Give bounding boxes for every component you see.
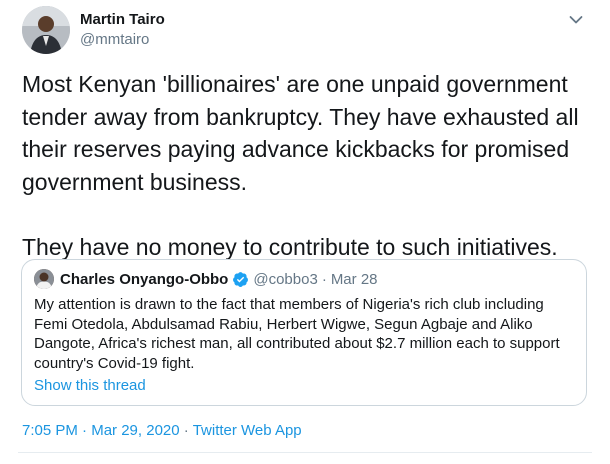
tweet-body-text: Most Kenyan 'billionaires' are one unpai…	[22, 71, 579, 260]
author-names: Martin Tairo @mmtairo	[80, 10, 165, 50]
meta-separator: ·	[82, 422, 88, 439]
author-display-name[interactable]: Martin Tairo	[80, 10, 165, 30]
show-thread-link[interactable]: Show this thread	[34, 377, 146, 394]
tweet-time-link[interactable]: 7:05 PM · Mar 29, 2020	[22, 422, 180, 439]
tweet-date: Mar 29, 2020	[91, 422, 180, 439]
author-handle[interactable]: @mmtairo	[80, 30, 165, 50]
tweet-time: 7:05 PM	[22, 422, 78, 439]
quoted-author-name: Charles Onyango-Obbo	[60, 270, 229, 288]
tweet-card: Martin Tairo @mmtairo Most Kenyan 'billi…	[0, 0, 610, 464]
quoted-tweet[interactable]: Charles Onyango-Obbo @cobbo3 · Mar 28 My…	[21, 259, 587, 406]
quoted-separator: ·	[321, 270, 327, 288]
author-avatar[interactable]	[22, 6, 70, 54]
quoted-author-avatar	[34, 269, 54, 289]
tweet-header: Martin Tairo @mmtairo	[18, 6, 592, 58]
verified-badge-icon	[232, 271, 249, 288]
meta-separator-2: ·	[183, 422, 189, 439]
quoted-date: Mar 28	[330, 270, 378, 288]
tweet-meta: 7:05 PM · Mar 29, 2020 · Twitter Web App	[22, 422, 302, 439]
quoted-tweet-header: Charles Onyango-Obbo @cobbo3 · Mar 28	[34, 268, 378, 290]
divider	[18, 452, 592, 453]
quoted-author-handle: @cobbo3	[253, 270, 318, 288]
chevron-down-icon[interactable]	[566, 10, 586, 30]
quoted-tweet-text: My attention is drawn to the fact that m…	[34, 296, 560, 372]
tweet-source-link[interactable]: Twitter Web App	[193, 422, 302, 439]
